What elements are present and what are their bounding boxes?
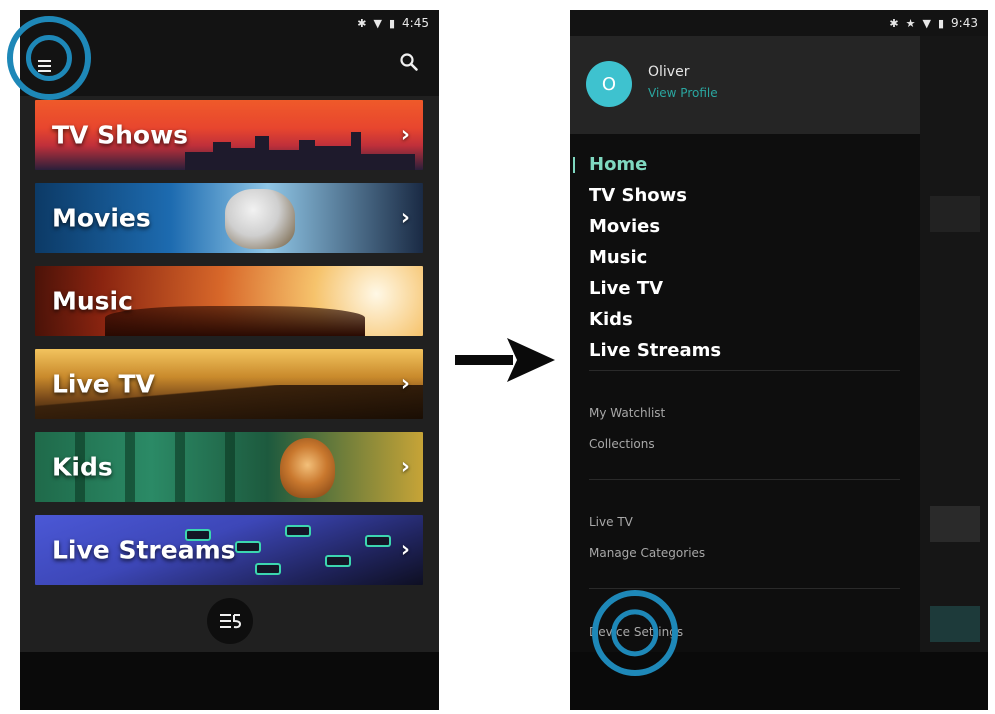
background-tile-peek bbox=[930, 506, 980, 542]
nav-item-live-tv[interactable]: Live TV bbox=[570, 273, 920, 304]
navigation-drawer: O Oliver View Profile Home TV Shows Movi… bbox=[570, 36, 920, 652]
tile-label: Live Streams bbox=[52, 535, 236, 565]
menu-button[interactable] bbox=[28, 50, 60, 82]
tile-tv-shows[interactable]: TV Shows › bbox=[35, 100, 423, 170]
background-tile-peek bbox=[930, 606, 980, 642]
city-skyline-image bbox=[185, 132, 415, 170]
tile-label: Kids bbox=[52, 452, 113, 482]
avatar: O bbox=[586, 61, 632, 107]
profile-header[interactable]: O Oliver View Profile bbox=[570, 36, 920, 134]
right-phone-screen: ✱ ★ ▼ ▮ 9:43 O Oliver View Profile Home … bbox=[570, 10, 988, 710]
star-icon: ★ bbox=[905, 16, 916, 30]
drawer-item-manage-categories[interactable]: Manage Categories bbox=[589, 546, 705, 560]
bottom-bar bbox=[570, 652, 988, 710]
nav-item-kids[interactable]: Kids bbox=[570, 304, 920, 335]
background-tile-peek bbox=[930, 196, 980, 232]
app-bar bbox=[20, 36, 439, 96]
chevron-right-icon: › bbox=[400, 371, 410, 397]
wifi-icon: ▼ bbox=[922, 16, 931, 30]
bear-cartoon-image bbox=[280, 438, 335, 498]
astronaut-image bbox=[225, 189, 295, 249]
tile-movies[interactable]: Movies › bbox=[35, 183, 423, 253]
battery-icon: ▮ bbox=[388, 16, 396, 30]
bluetooth-icon: ✱ bbox=[889, 16, 899, 30]
concert-crowd-image bbox=[105, 306, 365, 336]
divider bbox=[589, 479, 900, 480]
menu-icon bbox=[37, 60, 51, 72]
tile-live-tv[interactable]: Live TV › bbox=[35, 349, 423, 419]
profile-name: Oliver bbox=[648, 64, 690, 80]
tile-music[interactable]: Music bbox=[35, 266, 423, 336]
divider bbox=[589, 370, 900, 371]
tile-label: Live TV bbox=[52, 369, 155, 399]
divider bbox=[589, 588, 900, 589]
view-profile-link[interactable]: View Profile bbox=[648, 86, 718, 100]
search-icon bbox=[400, 53, 418, 71]
tile-label: TV Shows bbox=[52, 120, 189, 150]
tile-live-streams[interactable]: Live Streams › bbox=[35, 515, 423, 585]
drawer-item-collections[interactable]: Collections bbox=[589, 437, 655, 451]
bottom-bar bbox=[20, 652, 439, 710]
tile-kids[interactable]: Kids › bbox=[35, 432, 423, 502]
playlist-icon bbox=[220, 614, 241, 629]
chevron-right-icon: › bbox=[400, 537, 410, 563]
drawer-item-live-tv-settings[interactable]: Live TV bbox=[589, 515, 633, 529]
battery-icon: ▮ bbox=[937, 16, 945, 30]
playlist-button[interactable] bbox=[207, 598, 253, 644]
transition-arrow-icon bbox=[455, 338, 555, 382]
search-button[interactable] bbox=[399, 52, 425, 78]
tile-label: Movies bbox=[52, 203, 151, 233]
bluetooth-icon: ✱ bbox=[357, 16, 367, 30]
background-content-scrim[interactable] bbox=[920, 36, 988, 652]
category-tiles: TV Shows › Movies › Music Live TV › Kids… bbox=[35, 100, 423, 598]
nav-item-live-streams[interactable]: Live Streams bbox=[570, 335, 920, 366]
drawer-nav-list: Home TV Shows Movies Music Live TV Kids … bbox=[570, 149, 920, 366]
drawer-item-device-settings[interactable]: Device Settings bbox=[589, 625, 683, 639]
wifi-icon: ▼ bbox=[373, 16, 382, 30]
nav-item-music[interactable]: Music bbox=[570, 242, 920, 273]
drawer-item-my-watchlist[interactable]: My Watchlist bbox=[589, 406, 665, 420]
status-bar: ✱ ▼ ▮ 4:45 bbox=[20, 10, 439, 36]
chevron-right-icon: › bbox=[400, 205, 410, 231]
chevron-right-icon: › bbox=[400, 454, 410, 480]
status-bar: ✱ ★ ▼ ▮ 9:43 bbox=[570, 10, 988, 36]
nav-item-tv-shows[interactable]: TV Shows bbox=[570, 180, 920, 211]
status-time: 9:43 bbox=[951, 16, 978, 30]
status-time: 4:45 bbox=[402, 16, 429, 30]
left-phone-screen: ✱ ▼ ▮ 4:45 TV Shows › Movies › Music Liv… bbox=[20, 10, 439, 710]
nav-item-movies[interactable]: Movies bbox=[570, 211, 920, 242]
chevron-right-icon: › bbox=[400, 122, 410, 148]
tile-label: Music bbox=[52, 286, 133, 316]
nav-item-home[interactable]: Home bbox=[570, 149, 920, 180]
